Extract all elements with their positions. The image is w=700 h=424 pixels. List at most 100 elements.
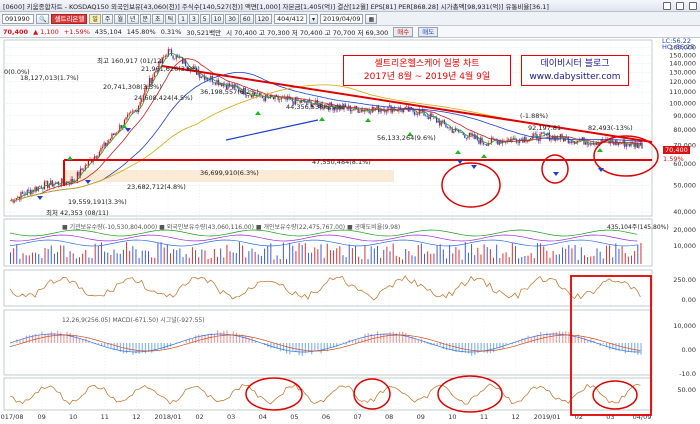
volume-bar (38, 254, 39, 264)
stock-name-tag[interactable]: 셀트리온헬 (51, 14, 87, 24)
period-button[interactable]: 일 (89, 14, 101, 24)
macd-histogram-bar (70, 333, 71, 343)
volume-bar (45, 248, 46, 264)
volume-bar (496, 245, 497, 264)
candle-body (587, 142, 588, 144)
macd-histogram-bar (575, 336, 576, 343)
date-input[interactable]: 2019/04/09 (320, 14, 363, 24)
volume-bar (575, 245, 576, 264)
volume-bar (562, 248, 563, 264)
macd-histogram-bar (295, 343, 296, 352)
interval-button[interactable]: 120 (255, 14, 272, 24)
interval-button[interactable]: 60 (240, 14, 254, 24)
volume-bar (433, 254, 434, 264)
candle-body (105, 143, 106, 146)
annotation-subtitle: 2017년 8월 ~ 2019년 4월 9일 (344, 71, 510, 84)
volume-bar (13, 248, 14, 264)
volume-bar (167, 244, 168, 264)
minimize-icon[interactable] (663, 2, 671, 10)
volume-bar (571, 248, 572, 264)
volume-bar (487, 247, 488, 264)
macd-histogram-bar (82, 339, 83, 343)
volume-bar (223, 258, 224, 264)
volume-bar (26, 255, 27, 264)
interval-button[interactable]: 5 (200, 14, 210, 24)
period-button[interactable]: 년 (127, 14, 139, 24)
candle-body (427, 116, 428, 117)
interval-button[interactable]: 10 (211, 14, 225, 24)
chevron-down-icon[interactable]: ▾ (309, 14, 318, 24)
candle-body (88, 160, 89, 165)
stock-chart[interactable]: 2017/08091011122018/01020304050607080910… (0, 38, 700, 422)
buy-button[interactable]: 매수 (393, 27, 413, 37)
candle-body (485, 144, 486, 145)
maximize-icon[interactable] (676, 2, 684, 10)
candle-body (110, 139, 111, 141)
candle-body (453, 131, 454, 133)
volume-bar (70, 251, 71, 264)
candle-body (60, 185, 61, 186)
ohlc-info: 시 70,400 고 70,300 저 70,400 고 70,700 저 69… (226, 27, 388, 37)
bar-count[interactable]: 404/412 (274, 14, 307, 24)
volume-bar (273, 259, 274, 264)
volume-bar (559, 254, 560, 264)
volume-bar (443, 249, 444, 264)
volume-bar (286, 259, 287, 264)
price-summary: 70,400 ▲ 1,100 +1.59% 435,104 145.80% 0.… (0, 26, 700, 38)
calendar-icon[interactable]: ▦ (365, 14, 377, 24)
candle-body (133, 111, 134, 112)
x-tick-label: 03 (227, 413, 235, 421)
volume-bar (248, 251, 249, 264)
x-tick-label: 02 (195, 413, 203, 421)
volume-bar (29, 255, 30, 264)
candle-body (213, 82, 214, 83)
volume-label-2: 21,961,626(3.6%) (141, 65, 200, 73)
pct-label-2: 82,493(-13%) (588, 124, 633, 132)
search-icon[interactable]: 🔍 (36, 14, 49, 24)
interval-button[interactable]: 30 (225, 14, 239, 24)
volume-bar (584, 255, 585, 264)
interval-button[interactable]: 1 (178, 14, 188, 24)
close-icon[interactable] (689, 2, 697, 10)
volume-bar (524, 256, 525, 264)
volume-bar (277, 255, 278, 264)
candle-body (215, 82, 216, 84)
volume-label-6: 44,356,538(5.9%) (286, 103, 345, 111)
osc-tick-label: 250.00 (673, 276, 696, 284)
candle-body (538, 140, 539, 141)
macd-histogram-bar (239, 334, 240, 343)
candle-body (395, 110, 396, 111)
volume-bar (66, 257, 67, 264)
volume-bar (120, 254, 121, 264)
interval-button[interactable]: 3 (189, 14, 199, 24)
macd-histogram-bar (305, 343, 306, 353)
period-button[interactable]: 주 (102, 14, 114, 24)
volume-bar (468, 253, 469, 264)
candle-body (474, 134, 475, 139)
volume-legend: ■ 기관보유수량(-10,530,804,000) ■ 외국인보유수량(43,0… (62, 222, 400, 231)
volume-bar (261, 256, 262, 264)
stock-code-input[interactable]: 091990 (2, 14, 34, 24)
candle-body (45, 181, 46, 182)
volume-bar (179, 248, 180, 264)
macd-tick-label: 0.00 (682, 346, 696, 354)
macd-histogram-bar (292, 343, 293, 351)
price-change-pct: +1.59% (64, 28, 90, 36)
price-tick-label: 50,000 (673, 182, 696, 190)
candle-body (166, 56, 167, 57)
candle-body (472, 134, 473, 135)
macd-histogram-bar (364, 334, 365, 343)
candle-body (44, 182, 45, 190)
macd-histogram-bar (471, 343, 472, 356)
sell-button[interactable]: 매도 (418, 27, 438, 37)
period-button[interactable]: 월 (114, 14, 126, 24)
period-button[interactable]: 초 (152, 14, 164, 24)
period-button[interactable]: 틱 (165, 14, 177, 24)
volume-bar (402, 259, 403, 264)
candle-body (486, 144, 487, 145)
volume-bar (142, 251, 143, 264)
macd-histogram-bar (167, 343, 168, 348)
volume-bar (518, 258, 519, 264)
period-button[interactable]: 분 (140, 14, 152, 24)
candle-body (24, 194, 25, 195)
